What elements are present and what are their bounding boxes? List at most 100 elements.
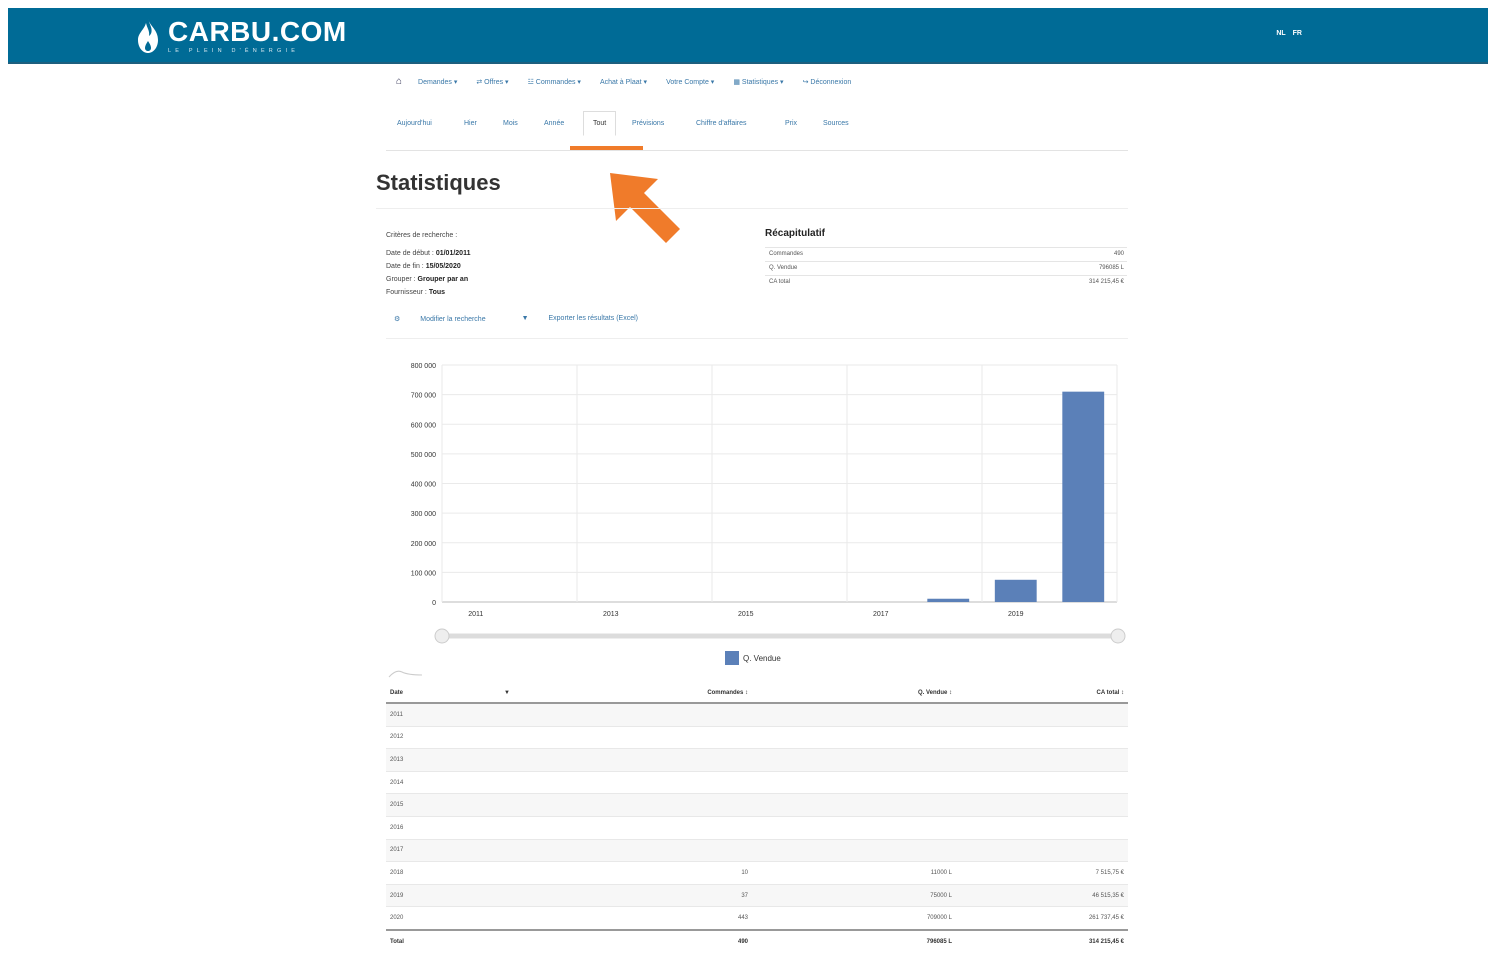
cell-date: 2015 bbox=[386, 793, 514, 817]
cell-quantite bbox=[752, 725, 956, 749]
col-date[interactable]: Date ▼ bbox=[386, 684, 514, 704]
cell-commandes: 37 bbox=[514, 883, 752, 907]
pointer-arrow-icon bbox=[610, 173, 680, 243]
recap-label: Commandes bbox=[769, 251, 804, 257]
y-tick-label: 300 000 bbox=[411, 511, 436, 518]
nav-statistiques[interactable]: ▦ Statistiques ▾ bbox=[733, 78, 783, 86]
cell-date: 2014 bbox=[386, 770, 514, 794]
nav-offres-label: Offres ▾ bbox=[484, 78, 509, 86]
top-bar: CARBU.COM LE PLEIN D'ÉNERGIE NL FR bbox=[8, 8, 1488, 64]
cell-quantite bbox=[752, 770, 956, 794]
cell-date: 2019 bbox=[386, 883, 514, 907]
recap-label: Q. Vendue bbox=[769, 265, 798, 271]
cell-date: 2017 bbox=[386, 838, 514, 862]
logo-tagline: LE PLEIN D'ÉNERGIE bbox=[168, 48, 300, 54]
nav-compte[interactable]: Votre Compte ▾ bbox=[666, 78, 714, 86]
cell-ca bbox=[956, 815, 1128, 840]
criteria-label: Date de début : bbox=[386, 250, 434, 257]
logo-wordmark: CARBU.COM bbox=[168, 16, 347, 47]
criteria-value: 01/01/2011 bbox=[435, 250, 471, 257]
recap-value: 490 bbox=[1113, 251, 1124, 257]
recap-label: CA total bbox=[769, 279, 791, 285]
cell-quantite: 11000 L bbox=[752, 861, 956, 885]
nav-commandes[interactable]: ☳ Commandes ▾ bbox=[528, 78, 581, 86]
cell-commandes bbox=[514, 770, 752, 794]
flame-icon bbox=[138, 19, 158, 53]
cell-ca: 46 515,35 € bbox=[956, 883, 1128, 907]
cog-icon: ⚙ bbox=[394, 316, 401, 323]
nav-commandes-label: Commandes ▾ bbox=[535, 78, 581, 86]
col-ca-total-label: CA total bbox=[1096, 690, 1120, 696]
home-icon[interactable]: ⌂ bbox=[396, 76, 402, 87]
cell-quantite: 75000 L bbox=[752, 883, 956, 907]
lang-fr[interactable]: FR bbox=[1293, 30, 1302, 37]
y-tick-label: 600 000 bbox=[411, 422, 436, 429]
cell-commandes: 443 bbox=[514, 906, 752, 930]
cell-date: 2013 bbox=[386, 748, 514, 772]
cell-quantite bbox=[752, 793, 956, 817]
tab-tout[interactable]: Tout bbox=[583, 111, 617, 136]
col-commandes[interactable]: Commandes ↕ bbox=[514, 684, 752, 704]
nav-deconnexion-label: Déconnexion bbox=[810, 78, 852, 86]
page-title: Statistiques bbox=[376, 170, 501, 195]
sort-icon: ↕ bbox=[949, 690, 952, 696]
highlight-underline bbox=[570, 146, 643, 150]
range-slider-handle-right[interactable] bbox=[1110, 628, 1126, 644]
tab-chiffre-affaires[interactable]: Chiffre d'affaires bbox=[696, 120, 747, 127]
table-row: 2011 bbox=[386, 702, 1128, 727]
table-row: 2017 bbox=[386, 838, 1128, 862]
modify-search-link[interactable]: ⚙ Modifier la recherche bbox=[394, 315, 504, 323]
cell-ca bbox=[956, 748, 1128, 772]
recap-row: Commandes 490 bbox=[765, 247, 1127, 261]
col-quantite[interactable]: Q. Vendue ↕ bbox=[752, 684, 956, 704]
cell-commandes bbox=[514, 748, 752, 772]
recap-value: 796085 L bbox=[1098, 265, 1124, 271]
recap-panel: Récapitulatif Commandes 490 Q. Vendue 7960… bbox=[765, 228, 1127, 289]
logo[interactable]: CARBU.COM LE PLEIN D'ÉNERGIE bbox=[134, 18, 347, 55]
tab-hier[interactable]: Hier bbox=[464, 120, 477, 127]
recap-title: Récapitulatif bbox=[765, 228, 826, 239]
cell-date: 2016 bbox=[386, 815, 514, 840]
lang-nl[interactable]: NL bbox=[1276, 30, 1285, 37]
legend-label: Q. Vendue bbox=[743, 653, 781, 663]
cell-quantite bbox=[752, 702, 956, 727]
criteria-value: 15/05/2020 bbox=[425, 263, 461, 270]
x-tick-label: 2019 bbox=[1008, 611, 1024, 618]
table-row: 2015 bbox=[386, 793, 1128, 817]
range-slider-handle-left[interactable] bbox=[434, 628, 450, 644]
bar-2020 bbox=[1062, 391, 1105, 602]
nav-deconnexion[interactable]: ↪ Déconnexion bbox=[803, 78, 852, 86]
table-row: 2019 37 75000 L 46 515,35 € bbox=[386, 883, 1128, 907]
recap-value: 314 215,45 € bbox=[1088, 279, 1124, 285]
criteria-value: Tous bbox=[428, 289, 446, 296]
nav-demandes[interactable]: Demandes ▾ bbox=[418, 78, 457, 86]
tab-aujourdhui[interactable]: Aujourd'hui bbox=[397, 120, 432, 127]
recap-row: CA total 314 215,45 € bbox=[765, 275, 1127, 289]
cell-quantite bbox=[752, 748, 956, 772]
y-tick-label: 200 000 bbox=[411, 541, 436, 548]
bar-2019 bbox=[994, 579, 1037, 602]
cell-ca bbox=[956, 793, 1128, 817]
tab-annee[interactable]: Année bbox=[544, 120, 564, 127]
nav-achat[interactable]: Achat à Plaat ▾ bbox=[600, 78, 647, 86]
cell-ca: 7 515,75 € bbox=[956, 861, 1128, 885]
tab-mois[interactable]: Mois bbox=[503, 120, 518, 127]
nav-offres[interactable]: ⇄ Offres ▾ bbox=[476, 78, 508, 86]
table-body: 2011 2012 2013 2014 2015 2016 2017 2018 10 11000 … bbox=[386, 702, 1128, 953]
table-total-row: Total 490 796085 L 314 215,45 € bbox=[386, 928, 1128, 953]
tab-previsions[interactable]: Prévisions bbox=[632, 120, 664, 127]
cell-ca bbox=[956, 702, 1128, 727]
sort-desc-icon: ▼ bbox=[504, 690, 510, 696]
chart-legend[interactable]: Q. Vendue bbox=[725, 651, 781, 665]
modify-search-label: Modifier la recherche bbox=[420, 316, 486, 323]
col-ca-total[interactable]: CA total ↕ bbox=[956, 684, 1128, 704]
title-divider bbox=[376, 208, 1128, 209]
tab-prix[interactable]: Prix bbox=[785, 120, 797, 127]
cell-commandes bbox=[514, 815, 752, 840]
x-tick-label: 2015 bbox=[738, 611, 754, 618]
export-excel-link[interactable]: ▼ Exporter les résultats (Excel) bbox=[522, 315, 656, 323]
criteria-label: Grouper : bbox=[386, 276, 416, 283]
cell-date: 2020 bbox=[386, 906, 514, 930]
criteria-supplier: Fournisseur : Tous bbox=[386, 286, 470, 299]
tab-sources[interactable]: Sources bbox=[823, 120, 849, 127]
